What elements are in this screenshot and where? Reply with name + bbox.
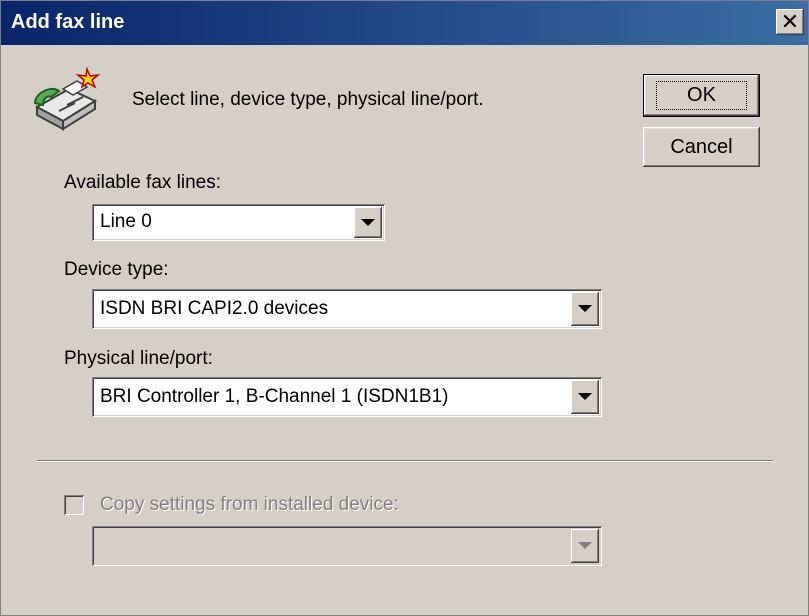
chevron-down-icon bbox=[578, 542, 592, 549]
installed-device-dropdown-button[interactable] bbox=[571, 529, 599, 563]
close-button[interactable]: ✕ bbox=[776, 9, 804, 35]
physical-line-port-dropdown-button[interactable] bbox=[571, 380, 599, 414]
device-type-value: ISDN BRI CAPI2.0 devices bbox=[100, 298, 329, 319]
add-fax-line-dialog: Add fax line ✕ Select line, device type,… bbox=[0, 0, 809, 616]
cancel-button-label: Cancel bbox=[670, 135, 733, 158]
dialog-title: Add fax line bbox=[11, 11, 125, 33]
physical-line-port-value: BRI Controller 1, B-Channel 1 (ISDN1B1) bbox=[100, 386, 449, 407]
separator bbox=[37, 460, 773, 462]
available-fax-lines-label: Available fax lines: bbox=[64, 172, 222, 193]
chevron-down-icon bbox=[578, 393, 592, 400]
copy-settings-label: Copy settings from installed device: bbox=[100, 494, 399, 515]
chevron-down-icon bbox=[361, 218, 375, 226]
installed-device-select[interactable] bbox=[92, 526, 602, 566]
physical-line-port-label: Physical line/port: bbox=[64, 348, 213, 369]
available-fax-lines-dropdown-button[interactable] bbox=[354, 207, 382, 238]
device-type-label: Device type: bbox=[64, 259, 169, 280]
chevron-down-icon bbox=[578, 305, 592, 312]
available-fax-lines-select[interactable]: Line 0 bbox=[92, 204, 385, 241]
available-fax-lines-value: Line 0 bbox=[100, 211, 152, 232]
fax-machine-icon bbox=[33, 67, 101, 131]
device-type-select[interactable]: ISDN BRI CAPI2.0 devices bbox=[92, 289, 602, 329]
ok-button[interactable]: OK bbox=[643, 74, 760, 117]
copy-settings-checkbox[interactable] bbox=[64, 495, 84, 515]
close-icon: ✕ bbox=[780, 9, 800, 34]
physical-line-port-select[interactable]: BRI Controller 1, B-Channel 1 (ISDN1B1) bbox=[92, 377, 602, 417]
instruction-text: Select line, device type, physical line/… bbox=[132, 89, 484, 110]
title-bar[interactable]: Add fax line ✕ bbox=[1, 1, 808, 45]
device-type-dropdown-button[interactable] bbox=[571, 292, 599, 326]
cancel-button[interactable]: Cancel bbox=[643, 127, 760, 167]
ok-button-label: OK bbox=[656, 81, 747, 110]
